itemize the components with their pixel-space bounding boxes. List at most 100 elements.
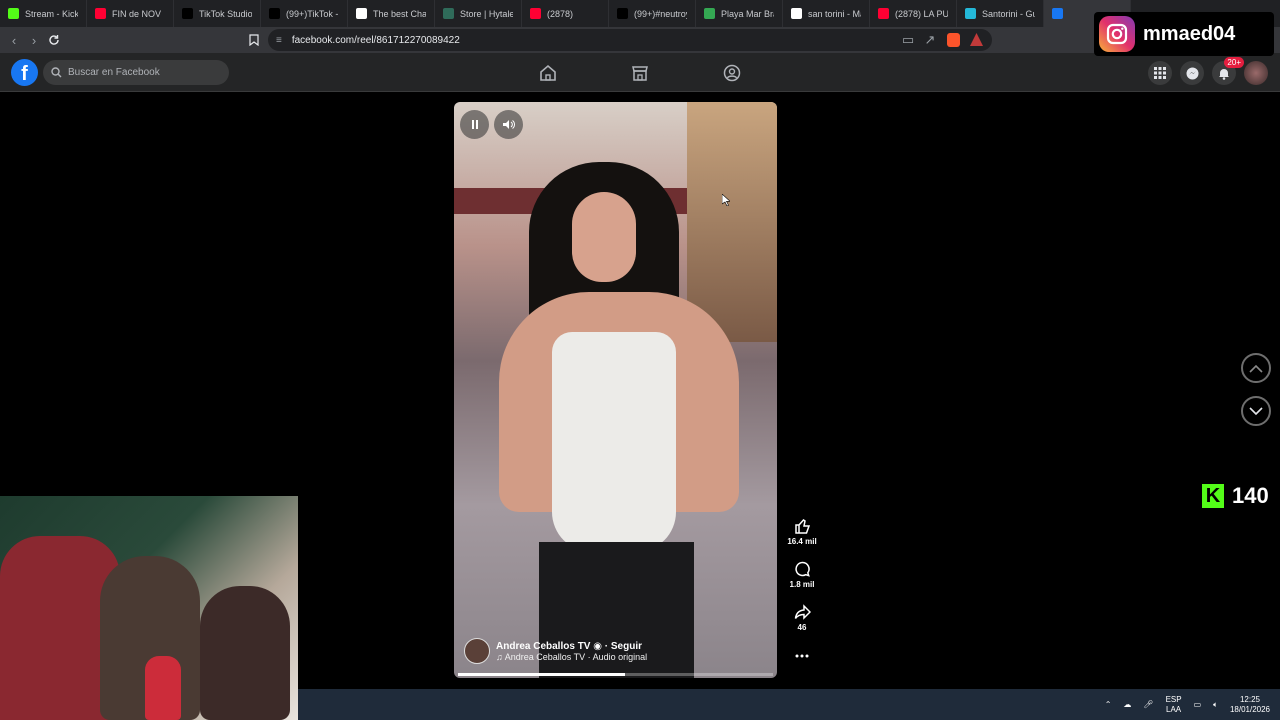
browser-tab[interactable]: (2878) [522,0,609,27]
share-button[interactable]: 46 [782,604,822,632]
youtube-icon [530,8,541,19]
brave-shield-icon[interactable] [947,33,960,47]
follow-link[interactable]: · Seguir [605,641,642,652]
facebook-search-input[interactable]: Buscar en Facebook [43,60,229,85]
music-icon: ♫ [496,651,503,662]
more-dots-icon [795,654,809,658]
browser-tab[interactable]: (99+)#neutroy [609,0,696,27]
system-tray: ⌃ ☁ 🎤︎ ESP LAA ▭ 🔈︎ 12:25 18/01/2026 [1105,689,1280,720]
microphone [145,656,181,720]
comments-count: 1.8 mil [789,580,815,589]
tab-label: TikTok Studio [199,8,252,19]
tab-label: Santorini - Guí [982,8,1035,19]
instagram-overlay: mmaed04 [1094,12,1274,56]
youtube-icon [95,8,106,19]
browser-tab-strip: Stream - Kick D FIN de NOV TikTok Studio (9… [0,0,1280,27]
background-building [687,102,777,342]
more-options-button[interactable] [782,647,822,665]
bookmark-button[interactable] [244,30,264,50]
reel-author-info: Andrea Ceballos TV ◉ · Seguir ♫ Andrea C… [464,638,647,664]
tiktok-icon [182,8,193,19]
notifications-button[interactable]: 20+ [1212,57,1244,85]
browser-toolbar: ‹ › ≡ facebook.com/reel/861712270089422 … [0,27,1280,53]
browser-tab[interactable]: The best ChatB [348,0,435,27]
tab-label: (2878) [547,8,574,19]
reload-button[interactable] [44,30,64,50]
tab-label: FIN de NOV [112,8,162,19]
profile-avatar[interactable] [1244,61,1268,85]
kick-logo-icon: K [1202,484,1224,508]
share-icon[interactable]: ↗ [920,30,940,50]
microphone-icon[interactable]: 🎤︎ [1143,700,1153,709]
like-button[interactable]: 16.4 mil [782,518,822,546]
reel-video[interactable]: Andrea Ceballos TV ◉ · Seguir ♫ Andrea C… [454,102,777,678]
verified-icon: ◉ [593,640,602,652]
forward-button[interactable]: › [24,30,44,50]
pause-icon [471,120,478,129]
browser-tab[interactable]: Playa Mar Brav [696,0,783,27]
bell-icon [1219,68,1229,80]
browser-tab[interactable]: (99+)TikTok - M [261,0,348,27]
tiktok-icon [617,8,628,19]
youtube-icon [878,8,889,19]
instagram-icon [1099,16,1135,52]
windows-taskbar: ⌃ ☁ 🎤︎ ESP LAA ▭ 🔈︎ 12:25 18/01/2026 [298,689,1280,720]
author-avatar[interactable] [464,638,490,664]
share-arrow-icon [794,604,811,620]
reel-progress-bar[interactable] [458,673,773,676]
search-icon [51,67,62,78]
facebook-logo-icon[interactable]: f [11,59,38,86]
facebook-icon [1052,8,1063,19]
browser-tab[interactable]: san torini - Ma [783,0,870,27]
bookmark-icon [249,34,259,46]
speaker-icon [503,120,515,129]
onedrive-icon[interactable]: ☁ [1123,700,1131,709]
pause-button[interactable] [460,110,489,139]
tab-label: san torini - Ma [808,8,861,19]
search-placeholder: Buscar en Facebook [68,67,160,78]
browser-tab[interactable]: Store | Hytale [435,0,522,27]
menu-grid-icon[interactable] [1148,61,1172,85]
kick-icon [8,8,19,19]
chatgpt-icon [356,8,367,19]
second-person [200,586,290,720]
browser-tab[interactable]: (2878) LA PUN [870,0,957,27]
chevron-up-icon [1249,364,1263,373]
author-name[interactable]: Andrea Ceballos TV [496,641,590,652]
cast-icon[interactable]: ▭ [898,30,918,50]
mouse-cursor-icon [722,194,730,206]
webcam-overlay [0,496,298,720]
browser-tab[interactable]: Stream - Kick D [0,0,87,27]
marketplace-nav-icon[interactable] [630,63,650,83]
volume-icon[interactable]: 🔈︎ [1213,700,1218,710]
instagram-handle: mmaed04 [1143,22,1236,45]
maps-icon [704,8,715,19]
clock[interactable]: 12:25 18/01/2026 [1230,695,1270,715]
back-button[interactable]: ‹ [4,30,24,50]
tab-label: (2878) LA PUN [895,8,948,19]
address-bar[interactable]: ≡ facebook.com/reel/861712270089422 [268,29,992,51]
likes-count: 16.4 mil [787,537,817,546]
volume-button[interactable] [494,110,523,139]
hytale-icon [443,8,454,19]
tab-label: Stream - Kick D [25,8,78,19]
reload-icon [49,35,59,45]
next-reel-button[interactable] [1241,396,1271,426]
browser-tab[interactable]: TikTok Studio [174,0,261,27]
tray-overflow-icon[interactable]: ⌃ [1105,700,1112,709]
language-indicator[interactable]: ESP LAA [1166,695,1182,715]
url-text: facebook.com/reel/861712270089422 [291,34,460,46]
browser-tab[interactable]: Santorini - Guí [957,0,1044,27]
previous-reel-button[interactable] [1241,353,1271,383]
web-icon [965,8,976,19]
groups-nav-icon[interactable] [722,63,742,83]
audio-label[interactable]: Andrea Ceballos TV · Audio original [505,652,647,662]
browser-tab[interactable]: FIN de NOV [87,0,174,27]
home-nav-icon[interactable] [538,63,558,83]
messenger-icon[interactable] [1180,61,1204,85]
tab-label: Store | Hytale [460,8,513,19]
google-icon [791,8,802,19]
site-settings-icon[interactable]: ≡ [276,35,282,46]
comment-button[interactable]: 1.8 mil [782,561,822,589]
network-icon[interactable]: ▭ [1194,700,1202,709]
